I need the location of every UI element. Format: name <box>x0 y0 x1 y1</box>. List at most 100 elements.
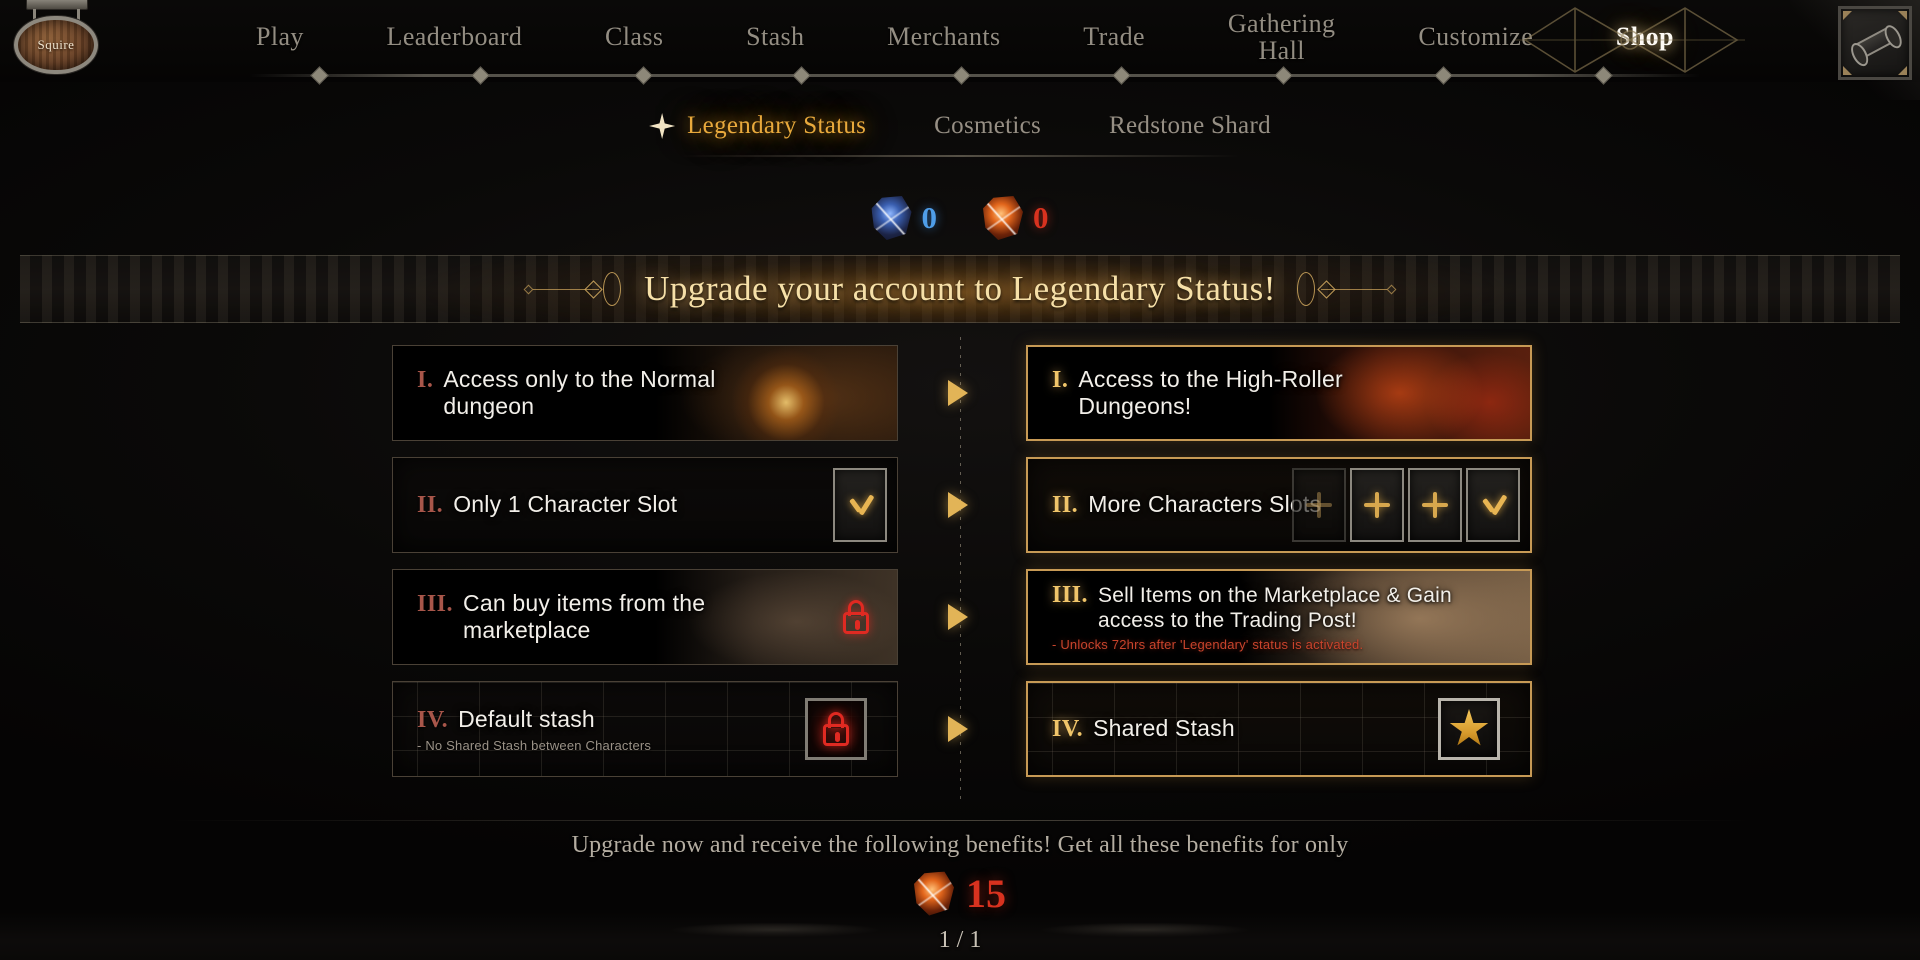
legendary-benefit-title-1: Access to the High-Roller Dungeons! <box>1078 365 1343 419</box>
profile-rank-label: Squire <box>37 37 75 52</box>
free-benefit-note-4: - No Shared Stash between Characters <box>417 737 652 753</box>
red-shard-value: 0 <box>1033 200 1049 235</box>
comparison-row: IV. Default stash - No Shared Stash betw… <box>0 681 1920 777</box>
free-benefit-title-4: Default stash <box>458 705 595 732</box>
frame-corner-icon <box>1843 66 1852 75</box>
lock-icon <box>841 600 871 634</box>
tab-cosmetics[interactable]: Cosmetics <box>934 112 1041 140</box>
nav-item-trade[interactable]: Trade <box>1077 23 1151 51</box>
free-benefit-card-3: III. Can buy items from the marketplace <box>392 569 898 665</box>
shop-subtabs: Legendary Status Cosmetics Redstone Shar… <box>0 98 1920 154</box>
check-icon <box>1478 492 1508 518</box>
row-numeral: IV. <box>1052 716 1084 742</box>
promo-banner: Upgrade your account to Legendary Status… <box>20 255 1900 323</box>
free-character-slots <box>833 468 887 542</box>
banner-title: Upgrade your account to Legendary Status… <box>644 269 1276 308</box>
badge-medallion: Squire <box>14 16 98 74</box>
plus-icon <box>1421 491 1449 519</box>
lock-icon <box>821 712 851 746</box>
character-slot-extra <box>1292 468 1346 542</box>
banner-ornament-left <box>523 272 635 306</box>
nav-item-stash[interactable]: Stash <box>740 23 810 51</box>
footer-divider-line <box>170 820 1750 821</box>
legendary-benefit-title-4: Shared Stash <box>1093 715 1235 741</box>
tab-cosmetics-label: Cosmetics <box>934 112 1042 139</box>
tab-legendary-status-label: Legendary Status <box>687 112 867 139</box>
comparison-arrow-icon <box>948 716 968 742</box>
quest-scroll-button[interactable] <box>1838 6 1912 80</box>
legendary-benefit-card-4: IV. Shared Stash <box>1026 681 1532 777</box>
tab-legendary-status[interactable]: Legendary Status <box>649 112 866 140</box>
character-slot-unlocked <box>833 468 887 542</box>
nav-items: Play Leaderboard Class Stash Merchants T… <box>250 0 1680 74</box>
character-slot-extra <box>1350 468 1404 542</box>
free-benefit-title-2: Only 1 Character Slot <box>453 491 678 517</box>
nav-item-shop[interactable]: Shop <box>1610 23 1680 51</box>
tab-redstone-shard[interactable]: Redstone Shard <box>1109 112 1271 140</box>
tab-redstone-shard-label: Redstone Shard <box>1109 112 1271 139</box>
frame-corner-icon <box>1898 66 1907 75</box>
row-numeral: IV. <box>417 706 449 733</box>
star-icon <box>1449 709 1489 746</box>
free-benefit-title-1: Access only to the Normal dungeon <box>443 365 716 419</box>
legendary-benefit-title-3: Sell Items on the Marketplace & Gain acc… <box>1098 583 1452 632</box>
blue-shard-value: 0 <box>921 200 938 235</box>
free-benefit-title-3: Can buy items from the marketplace <box>463 589 706 643</box>
check-icon <box>845 492 875 518</box>
row-numeral: II. <box>417 492 444 518</box>
nav-item-leaderboard[interactable]: Leaderboard <box>381 23 529 51</box>
banner-ornament-right <box>1285 272 1397 306</box>
legendary-benefit-card-1: I. Access to the High-Roller Dungeons! <box>1026 345 1532 441</box>
comparison-arrow-icon <box>948 492 968 518</box>
nav-item-merchants[interactable]: Merchants <box>881 23 1006 51</box>
frame-corner-icon <box>1843 11 1852 20</box>
locked-stash-icon <box>805 698 867 760</box>
currency-blue-shard[interactable]: 0 <box>871 196 938 240</box>
free-benefit-card-2: II. Only 1 Character Slot <box>392 457 898 553</box>
nav-item-play[interactable]: Play <box>250 23 310 51</box>
plus-icon <box>1363 491 1391 519</box>
free-benefit-card-1: I. Access only to the Normal dungeon <box>392 345 898 441</box>
price-display[interactable]: 15 <box>0 870 1920 917</box>
four-point-star-icon <box>649 113 676 139</box>
badge-chain-icon <box>26 0 88 25</box>
currency-red-shard[interactable]: 0 <box>983 196 1049 240</box>
benefits-comparison: I. Access only to the Normal dungeon I. … <box>0 337 1920 805</box>
row-numeral: I. <box>1052 366 1069 393</box>
currency-display: 0 0 <box>0 190 1920 246</box>
character-slot-unlocked <box>1466 468 1520 542</box>
star-stash-icon <box>1438 698 1500 760</box>
shop-screen: Squire Play Leaderboard Class Stash Merc… <box>0 0 1920 960</box>
comparison-row: III. Can buy items from the marketplace … <box>0 569 1920 665</box>
comparison-row: I. Access only to the Normal dungeon I. … <box>0 345 1920 441</box>
profile-badge[interactable]: Squire <box>8 0 104 76</box>
row-numeral: II. <box>1052 492 1079 518</box>
blue-shard-icon <box>871 196 912 240</box>
legendary-benefit-card-2: II. More Characters Slots <box>1026 457 1532 553</box>
row-numeral: I. <box>417 366 434 393</box>
red-shard-icon <box>983 196 1023 240</box>
pagination-indicator: 1 / 1 <box>938 927 982 953</box>
nav-item-customize[interactable]: Customize <box>1412 23 1539 51</box>
free-benefit-card-4: IV. Default stash - No Shared Stash betw… <box>392 681 898 777</box>
legendary-benefit-note-3: - Unlocks 72hrs after 'Legendary' status… <box>1052 637 1364 653</box>
legendary-character-slots <box>1292 468 1520 542</box>
top-navigation-bar: Squire Play Leaderboard Class Stash Merc… <box>0 0 1920 100</box>
comparison-row: II. Only 1 Character Slot II. More Chara… <box>0 457 1920 553</box>
promo-footer-text: Upgrade now and receive the following be… <box>571 832 1349 858</box>
nav-divider-line <box>250 74 1700 77</box>
legendary-benefit-title-2: More Characters Slots <box>1088 491 1322 517</box>
scroll-icon <box>1851 25 1899 61</box>
nav-item-class[interactable]: Class <box>599 23 669 51</box>
red-shard-icon <box>914 871 954 916</box>
row-numeral: III. <box>1052 581 1089 608</box>
legendary-benefit-card-3: III. Sell Items on the Marketplace & Gai… <box>1026 569 1532 665</box>
comparison-arrow-icon <box>948 380 968 406</box>
character-slot-extra <box>1408 468 1462 542</box>
plus-icon <box>1305 491 1333 519</box>
nav-item-gathering-hall[interactable]: Gathering Hall <box>1222 10 1342 65</box>
comparison-arrow-icon <box>948 604 968 630</box>
subtab-divider-line <box>680 155 1240 157</box>
frame-corner-icon <box>1898 11 1907 20</box>
price-value: 15 <box>966 871 1006 916</box>
